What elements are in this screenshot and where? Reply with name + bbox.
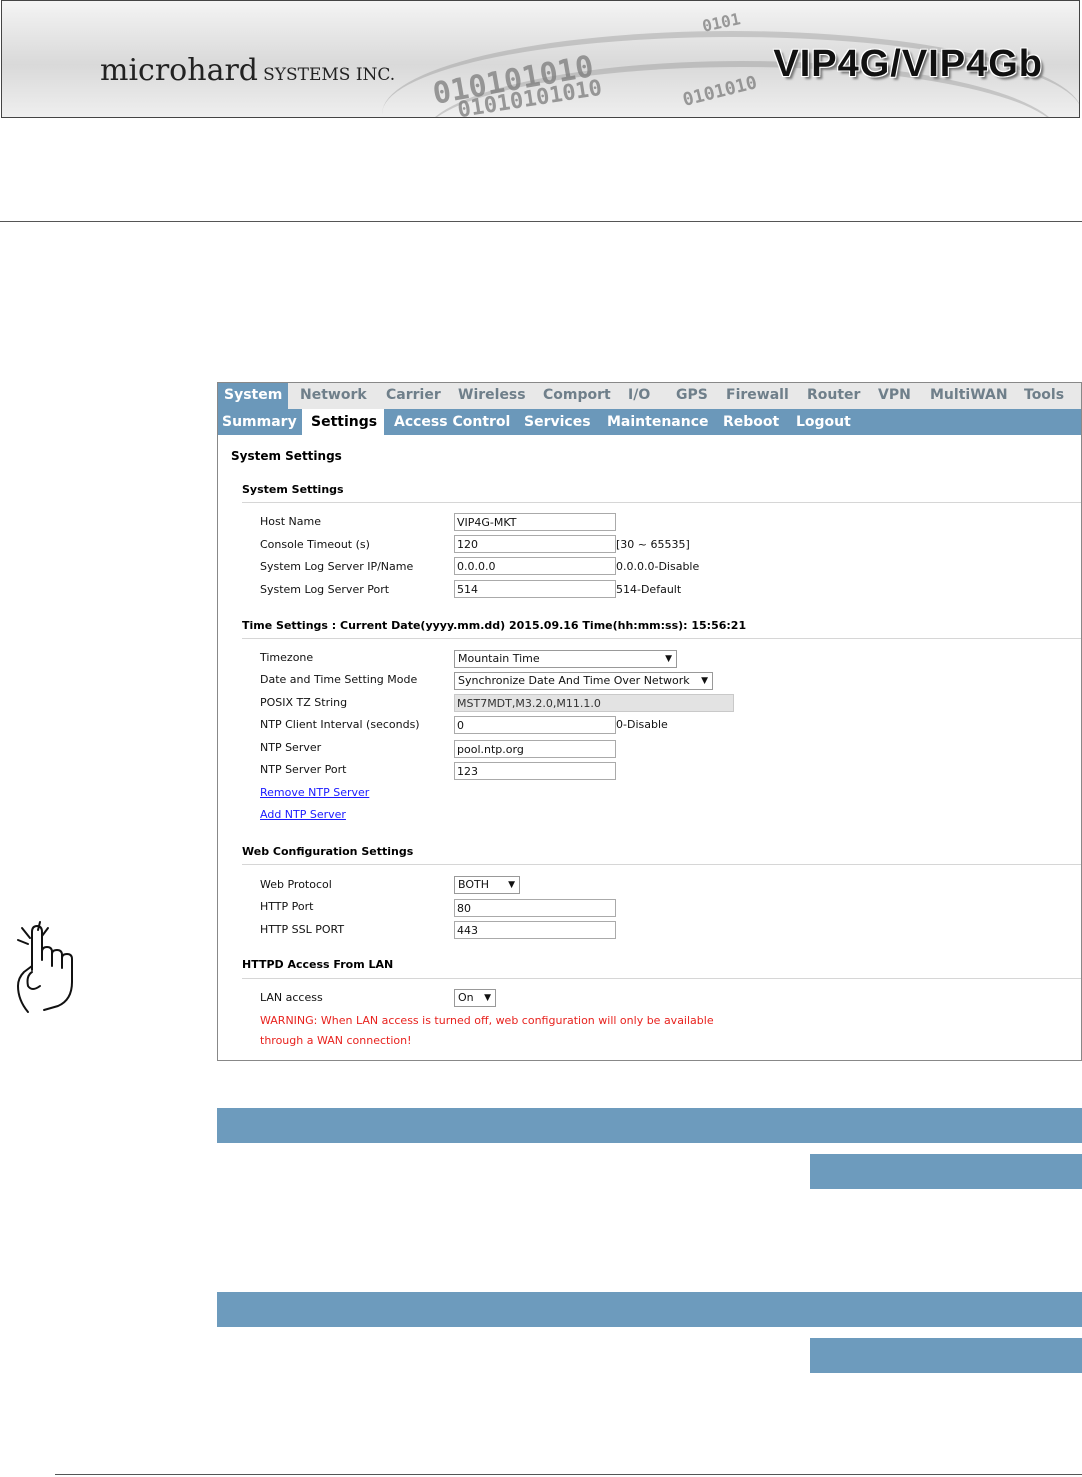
- section-divider: [242, 864, 1081, 865]
- time-mode-label: Date and Time Setting Mode: [260, 673, 418, 686]
- lan-access-select[interactable]: On ▼: [454, 989, 496, 1007]
- log-server-ip-input[interactable]: [454, 557, 616, 575]
- product-title: VIP4G/VIP4Gb: [773, 43, 1043, 85]
- sub-nav-access-control[interactable]: Access Control: [390, 409, 514, 435]
- time-mode-select-value: Synchronize Date And Time Over Network: [458, 674, 690, 687]
- timezone-label: Timezone: [260, 651, 314, 664]
- console-timeout-input[interactable]: [454, 535, 616, 553]
- console-timeout-hint: [30 ~ 65535]: [616, 538, 690, 551]
- console-timeout-label: Console Timeout (s): [260, 538, 370, 551]
- http-port-input[interactable]: [454, 899, 616, 917]
- remove-ntp-server-link[interactable]: Remove NTP Server: [260, 786, 369, 799]
- config-table-values-bar: [810, 1338, 1082, 1373]
- add-ntp-server-link[interactable]: Add NTP Server: [260, 808, 346, 821]
- top-nav-firewall[interactable]: Firewall: [720, 383, 795, 409]
- pointing-hand-icon: [17, 921, 73, 1013]
- web-ui-screenshot: System Network Carrier Wireless Comport …: [217, 382, 1082, 1061]
- top-nav-tools[interactable]: Tools: [1018, 383, 1070, 409]
- timezone-select[interactable]: Mountain Time ▼: [454, 650, 677, 668]
- config-table-header-bar: [217, 1108, 1082, 1143]
- company-logo: microhard SYSTEMS INC.: [100, 53, 395, 88]
- chevron-down-icon: ▼: [665, 654, 672, 664]
- top-nav-system[interactable]: System: [218, 383, 288, 409]
- section-heading-time: Time Settings : Current Date(yyyy.mm.dd)…: [242, 619, 747, 632]
- sub-nav-maintenance[interactable]: Maintenance: [603, 409, 713, 435]
- http-port-label: HTTP Port: [260, 900, 314, 913]
- ntp-server-input[interactable]: [454, 740, 616, 758]
- section-heading-web: Web Configuration Settings: [242, 845, 414, 858]
- sub-nav-settings[interactable]: Settings: [302, 409, 384, 435]
- ntp-port-label: NTP Server Port: [260, 763, 347, 776]
- top-nav-vpn[interactable]: VPN: [872, 383, 917, 409]
- footer-divider: [55, 1474, 1082, 1475]
- lan-access-select-value: On: [458, 991, 474, 1004]
- chevron-down-icon: ▼: [484, 993, 491, 1003]
- host-name-label: Host Name: [260, 515, 321, 528]
- section-divider: [242, 502, 1081, 503]
- top-nav-router[interactable]: Router: [801, 383, 866, 409]
- web-protocol-label: Web Protocol: [260, 878, 332, 891]
- posix-input: [454, 694, 734, 712]
- top-nav-network[interactable]: Network: [294, 383, 373, 409]
- ntp-interval-label: NTP Client Interval (seconds): [260, 718, 420, 731]
- top-nav-wireless[interactable]: Wireless: [452, 383, 532, 409]
- section-divider: [242, 978, 1081, 979]
- company-suffix: SYSTEMS INC.: [263, 65, 396, 85]
- ssl-port-input[interactable]: [454, 921, 616, 939]
- chevron-down-icon: ▼: [701, 676, 708, 686]
- section-divider: [242, 638, 1081, 639]
- sub-nav-services[interactable]: Services: [520, 409, 595, 435]
- section-heading-system: System Settings: [242, 483, 344, 496]
- section-heading-httpd: HTTPD Access From LAN: [242, 958, 394, 971]
- lan-access-label: LAN access: [260, 991, 323, 1004]
- log-server-ip-hint: 0.0.0.0-Disable: [616, 560, 700, 573]
- page-title: System Settings: [231, 449, 342, 463]
- ntp-interval-input[interactable]: [454, 716, 616, 734]
- top-nav-multiwan[interactable]: MultiWAN: [924, 383, 1014, 409]
- config-table-values-bar: [810, 1154, 1082, 1189]
- ntp-interval-hint: 0-Disable: [616, 718, 668, 731]
- log-server-ip-label: System Log Server IP/Name: [260, 560, 414, 573]
- web-protocol-select-value: BOTH: [458, 878, 490, 891]
- posix-label: POSIX TZ String: [260, 696, 348, 709]
- chevron-down-icon: ▼: [508, 880, 515, 890]
- web-protocol-select[interactable]: BOTH ▼: [454, 876, 520, 894]
- sub-nav: Summary Settings Access Control Services…: [218, 409, 1081, 435]
- company-name: microhard: [100, 53, 258, 88]
- log-server-port-hint: 514-Default: [616, 583, 682, 596]
- ntp-port-input[interactable]: [454, 762, 616, 780]
- top-nav-carrier[interactable]: Carrier: [380, 383, 447, 409]
- ssl-port-label: HTTP SSL PORT: [260, 923, 345, 936]
- sub-nav-logout[interactable]: Logout: [792, 409, 855, 435]
- timezone-select-value: Mountain Time: [458, 652, 540, 665]
- sub-nav-summary[interactable]: Summary: [218, 409, 301, 435]
- top-nav-io[interactable]: I/O: [622, 383, 656, 409]
- lan-warning-line1: WARNING: When LAN access is turned off, …: [260, 1014, 714, 1027]
- top-nav-comport[interactable]: Comport: [537, 383, 617, 409]
- top-nav: System Network Carrier Wireless Comport …: [218, 383, 1081, 409]
- sub-nav-reboot[interactable]: Reboot: [719, 409, 783, 435]
- top-nav-gps[interactable]: GPS: [670, 383, 714, 409]
- header-divider: [0, 221, 1082, 222]
- ntp-server-label: NTP Server: [260, 741, 322, 754]
- lan-warning-line2: through a WAN connection!: [260, 1034, 412, 1047]
- config-table-header-bar: [217, 1292, 1082, 1327]
- log-server-port-label: System Log Server Port: [260, 583, 390, 596]
- header-banner: 0101 010101010 01010101010 0101010 micro…: [1, 0, 1080, 118]
- host-name-input[interactable]: [454, 513, 616, 531]
- time-mode-select[interactable]: Synchronize Date And Time Over Network ▼: [454, 672, 713, 690]
- log-server-port-input[interactable]: [454, 580, 616, 598]
